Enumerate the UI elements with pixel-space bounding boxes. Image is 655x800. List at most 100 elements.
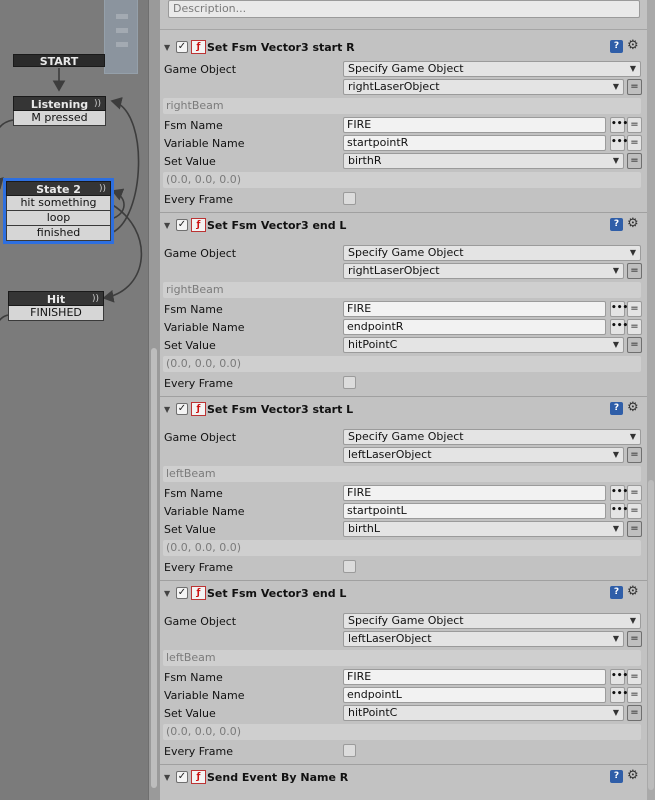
variable-toggle-button[interactable]: = xyxy=(627,79,642,95)
variable-toggle-button[interactable]: = xyxy=(627,687,642,703)
action-icon: ƒ xyxy=(191,770,206,784)
variable-toggle-button[interactable]: = xyxy=(627,705,642,721)
gear-icon[interactable]: ⚙ xyxy=(627,584,639,599)
browse-button[interactable]: ••• xyxy=(610,687,628,703)
chevron-down-icon: ▼ xyxy=(612,524,619,533)
set-value-dropdown[interactable]: birthL ▼ xyxy=(343,521,624,537)
event-finished[interactable]: finished xyxy=(6,226,111,241)
dropdown-value: birthR xyxy=(348,154,382,167)
variable-toggle-button[interactable]: = xyxy=(627,337,642,353)
set-value-dropdown[interactable]: hitPointC ▼ xyxy=(343,705,624,721)
game-object-variable-dropdown[interactable]: leftLaserObject ▼ xyxy=(343,631,624,647)
variable-toggle-button[interactable]: = xyxy=(627,319,642,335)
event-hit-something[interactable]: hit something xyxy=(6,196,111,211)
variable-toggle-button[interactable]: = xyxy=(627,503,642,519)
variable-name-input[interactable]: startpointR xyxy=(343,135,606,151)
label: Set Value xyxy=(164,523,216,536)
chevron-down-icon: ▼ xyxy=(629,616,636,625)
game-object-mode-dropdown[interactable]: Specify Game Object ▼ xyxy=(343,613,641,629)
set-value-dropdown[interactable]: hitPointC ▼ xyxy=(343,337,624,353)
row-vector-value: (0.0, 0.0, 0.0) xyxy=(160,172,647,190)
graph-minimap[interactable] xyxy=(104,0,138,74)
variable-name-input[interactable]: endpointL xyxy=(343,687,606,703)
browse-button[interactable]: ••• xyxy=(610,301,628,317)
game-object-variable-dropdown[interactable]: rightLaserObject ▼ xyxy=(343,263,624,279)
action-header[interactable]: ▼ ✓ ƒ Set Fsm Vector3 end L ? ⚙ xyxy=(160,216,647,235)
fsm-name-input[interactable]: FIRE xyxy=(343,301,606,317)
chevron-down-icon: ▼ xyxy=(629,432,636,441)
gear-icon[interactable]: ⚙ xyxy=(627,216,639,231)
variable-toggle-button[interactable]: = xyxy=(627,301,642,317)
event-m-pressed[interactable]: M pressed xyxy=(13,111,106,126)
row-every-frame: Every Frame xyxy=(160,559,647,577)
browse-button[interactable]: ••• xyxy=(610,117,628,133)
fold-arrow-icon[interactable]: ▼ xyxy=(164,589,170,598)
resolved-object: leftBeam xyxy=(163,466,641,482)
fold-arrow-icon[interactable]: ▼ xyxy=(164,221,170,230)
action-header[interactable]: ▼ ✓ ƒ Send Event By Name R ? ⚙ xyxy=(160,768,647,787)
game-object-mode-dropdown[interactable]: Specify Game Object ▼ xyxy=(343,429,641,445)
game-object-mode-dropdown[interactable]: Specify Game Object ▼ xyxy=(343,61,641,77)
enable-checkbox[interactable]: ✓ xyxy=(176,587,188,599)
help-icon[interactable]: ? xyxy=(610,402,623,415)
fsm-name-input[interactable]: FIRE xyxy=(343,485,606,501)
variable-toggle-button[interactable]: = xyxy=(627,521,642,537)
fsm-name-input[interactable]: FIRE xyxy=(343,669,606,685)
inspector-scrollbar[interactable] xyxy=(647,0,655,800)
help-icon[interactable]: ? xyxy=(610,218,623,231)
browse-button[interactable]: ••• xyxy=(610,485,628,501)
pane-splitter[interactable] xyxy=(148,0,160,800)
variable-toggle-button[interactable]: = xyxy=(627,669,642,685)
variable-toggle-button[interactable]: = xyxy=(627,631,642,647)
game-object-variable-dropdown[interactable]: leftLaserObject ▼ xyxy=(343,447,624,463)
state-node-hit[interactable]: Hit)) FINISHED xyxy=(8,291,104,321)
help-icon[interactable]: ? xyxy=(610,770,623,783)
label: Fsm Name xyxy=(164,671,223,684)
fsm-graph-view[interactable]: START Listening)) M pressed State 2)) hi… xyxy=(0,0,148,800)
gear-icon[interactable]: ⚙ xyxy=(627,768,639,783)
variable-name-input[interactable]: startpointL xyxy=(343,503,606,519)
variable-toggle-button[interactable]: = xyxy=(627,153,642,169)
event-finished-hit[interactable]: FINISHED xyxy=(8,306,104,321)
variable-toggle-button[interactable]: = xyxy=(627,117,642,133)
action-header[interactable]: ▼ ✓ ƒ Set Fsm Vector3 start L ? ⚙ xyxy=(160,400,647,419)
variable-toggle-button[interactable]: = xyxy=(627,447,642,463)
state-node-state2[interactable]: State 2)) hit something loop finished xyxy=(3,178,114,244)
enable-checkbox[interactable]: ✓ xyxy=(176,403,188,415)
enable-checkbox[interactable]: ✓ xyxy=(176,219,188,231)
variable-name-input[interactable]: endpointR xyxy=(343,319,606,335)
help-icon[interactable]: ? xyxy=(610,586,623,599)
gear-icon[interactable]: ⚙ xyxy=(627,38,639,53)
state-node-start[interactable]: START xyxy=(13,54,105,68)
set-value-dropdown[interactable]: birthR ▼ xyxy=(343,153,624,169)
event-loop[interactable]: loop xyxy=(6,211,111,226)
fold-arrow-icon[interactable]: ▼ xyxy=(164,43,170,52)
browse-button[interactable]: ••• xyxy=(610,669,628,685)
graph-scrollbar-thumb[interactable] xyxy=(151,348,157,788)
enable-checkbox[interactable]: ✓ xyxy=(176,41,188,53)
browse-button[interactable]: ••• xyxy=(610,503,628,519)
browse-button[interactable]: ••• xyxy=(610,319,628,335)
fold-arrow-icon[interactable]: ▼ xyxy=(164,773,170,782)
help-icon[interactable]: ? xyxy=(610,40,623,53)
gear-icon[interactable]: ⚙ xyxy=(627,400,639,415)
every-frame-checkbox[interactable] xyxy=(343,376,356,389)
state-node-listening[interactable]: Listening)) M pressed xyxy=(13,96,106,126)
fold-arrow-icon[interactable]: ▼ xyxy=(164,405,170,414)
action-header[interactable]: ▼ ✓ ƒ Set Fsm Vector3 end L ? ⚙ xyxy=(160,584,647,603)
description-field[interactable]: Description... xyxy=(168,0,640,18)
game-object-mode-dropdown[interactable]: Specify Game Object ▼ xyxy=(343,245,641,261)
enable-checkbox[interactable]: ✓ xyxy=(176,771,188,783)
dropdown-value: Specify Game Object xyxy=(348,246,464,259)
every-frame-checkbox[interactable] xyxy=(343,744,356,757)
inspector-scrollbar-thumb[interactable] xyxy=(648,480,654,790)
game-object-variable-dropdown[interactable]: rightLaserObject ▼ xyxy=(343,79,624,95)
variable-toggle-button[interactable]: = xyxy=(627,485,642,501)
every-frame-checkbox[interactable] xyxy=(343,560,356,573)
every-frame-checkbox[interactable] xyxy=(343,192,356,205)
browse-button[interactable]: ••• xyxy=(610,135,628,151)
action-header[interactable]: ▼ ✓ ƒ Set Fsm Vector3 start R ? ⚙ xyxy=(160,38,647,57)
variable-toggle-button[interactable]: = xyxy=(627,135,642,151)
fsm-name-input[interactable]: FIRE xyxy=(343,117,606,133)
variable-toggle-button[interactable]: = xyxy=(627,263,642,279)
